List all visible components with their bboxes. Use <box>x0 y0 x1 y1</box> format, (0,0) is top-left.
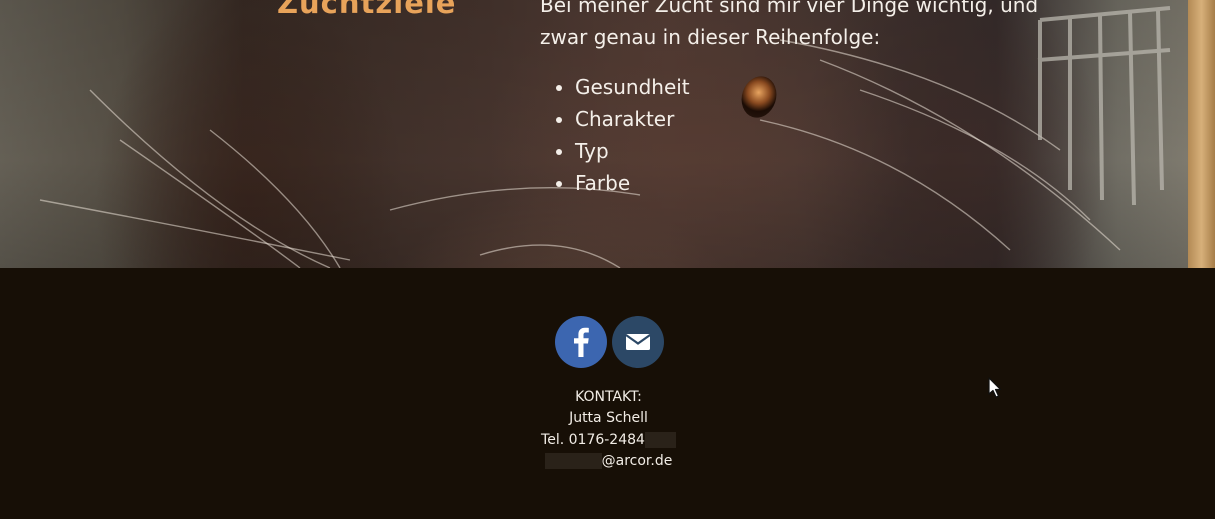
wood-post <box>1188 0 1215 268</box>
contact-name: Jutta Schell <box>569 410 648 427</box>
mail-icon <box>625 334 651 350</box>
breeding-goals-list: Gesundheit Charakter Typ Farbe <box>540 71 690 199</box>
contact-phone-line: Tel. 0176-2484 <box>0 430 1215 451</box>
cage-bars <box>1037 6 1171 206</box>
section-title: Zuchtziele <box>277 0 457 20</box>
email-button[interactable] <box>612 316 664 368</box>
contact-phone: Tel. 0176-2484 <box>541 431 645 448</box>
contact-email[interactable]: @arcor.de <box>602 453 673 469</box>
facebook-button[interactable] <box>555 316 607 368</box>
contact-heading: KONTAKT: <box>575 389 642 405</box>
contact-block: KONTAKT: Jutta Schell Tel. 0176-2484 @ar… <box>0 387 1215 472</box>
intro-text: Bei meiner Zucht sind mir vier Dinge wic… <box>540 0 1039 49</box>
social-links <box>555 316 664 368</box>
hero-image: Zuchtziele Bei meiner Zucht sind mir vie… <box>0 0 1215 268</box>
mouse-cursor-icon <box>988 377 1002 398</box>
list-item: Charakter <box>575 103 690 135</box>
contact-email-line: @arcor.de <box>0 451 1215 472</box>
redacted-phone-digits <box>644 431 676 448</box>
footer: KONTAKT: Jutta Schell Tel. 0176-2484 @ar… <box>0 268 1215 519</box>
list-item: Gesundheit <box>575 71 690 103</box>
facebook-icon <box>574 327 589 357</box>
list-item: Typ <box>575 135 690 167</box>
redacted-email-user <box>544 452 602 469</box>
list-item: Farbe <box>575 167 690 199</box>
